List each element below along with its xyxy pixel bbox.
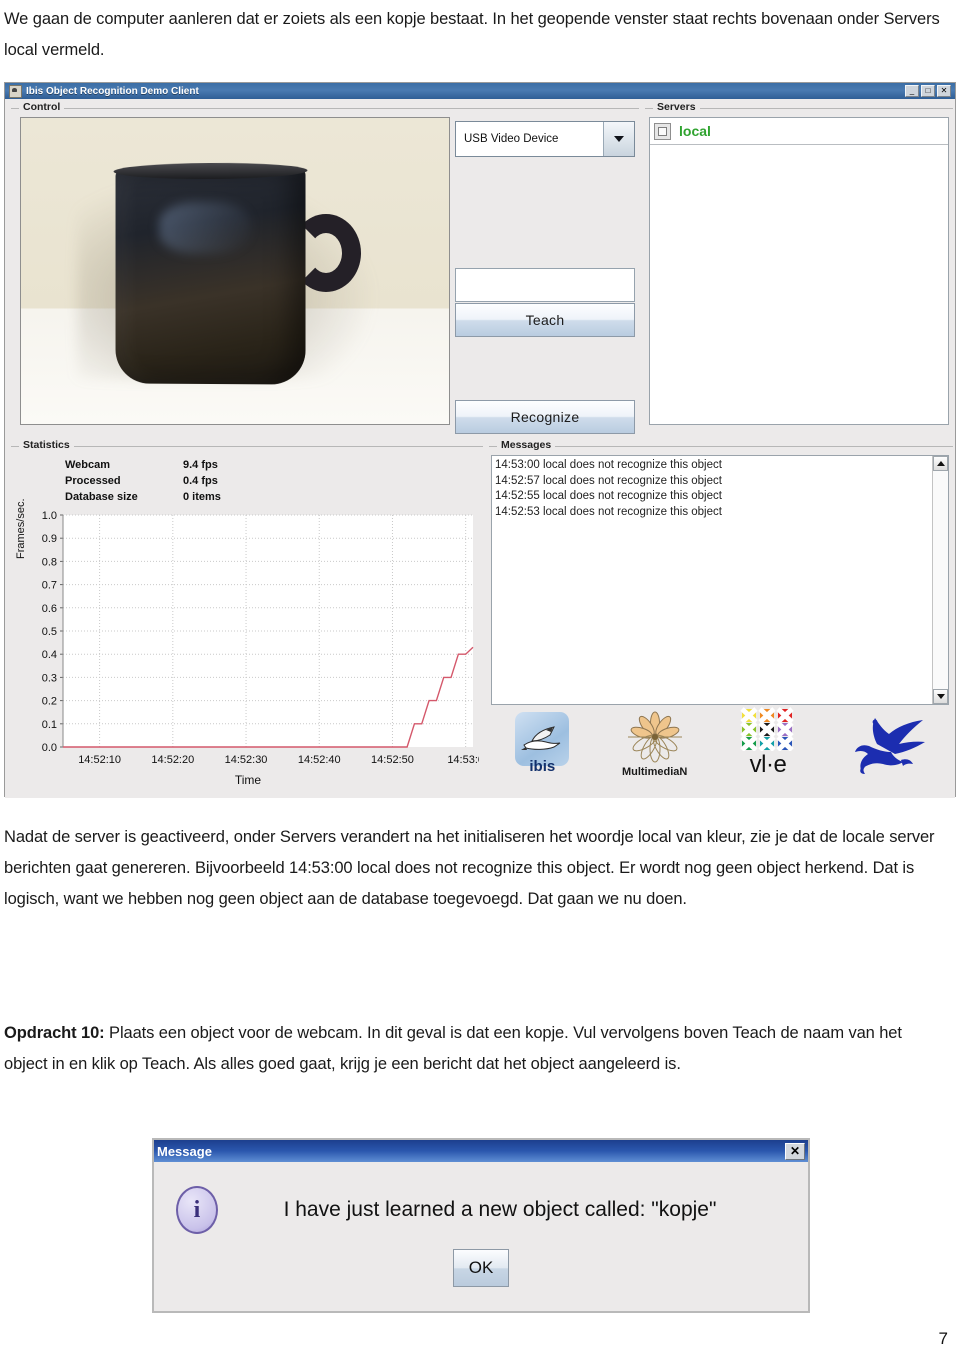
griffin-logo xyxy=(849,710,927,776)
dialog-title: Message xyxy=(157,1143,212,1159)
chart-canvas: 1.0 0.9 0.8 0.7 0.6 0.5 0.4 0.3 0.2 0.1 0.0 14:52:1… xyxy=(42,510,479,766)
color-grid-icon xyxy=(740,707,794,751)
server-name: local xyxy=(679,123,711,139)
messages-scrollbar[interactable] xyxy=(932,456,948,704)
dialog-body: i I have just learned a new object calle… xyxy=(154,1162,808,1313)
task-label: Opdracht 10: xyxy=(4,1024,105,1042)
list-item: 14:53:00 local does not recognize this o… xyxy=(495,459,722,471)
close-icon[interactable]: ✕ xyxy=(785,1142,805,1160)
messages-group-label: Messages xyxy=(497,439,556,451)
list-item: 14:52:53 local does not recognize this o… xyxy=(495,505,722,518)
svg-text:0.4: 0.4 xyxy=(42,649,57,661)
logo-strip: ibis MultimediaN vl·e xyxy=(489,697,953,789)
vle-logo: vl·e xyxy=(740,707,796,779)
video-device-select[interactable]: USB Video Device xyxy=(455,121,635,157)
info-icon: i xyxy=(176,1186,218,1234)
svg-text:0.0: 0.0 xyxy=(42,742,57,754)
control-group: Control USB Video Device Teach Recognize xyxy=(11,101,639,434)
list-item: 14:52:57 local does not recognize this o… xyxy=(495,474,722,487)
stat-value: 0 items xyxy=(183,491,221,503)
flower-icon xyxy=(627,711,682,762)
group-border xyxy=(489,446,953,447)
svg-text:0.2: 0.2 xyxy=(42,696,57,708)
vle-logo-caption: vl·e xyxy=(749,751,787,778)
maximize-button-icon[interactable]: □ xyxy=(921,85,935,97)
bird-icon xyxy=(521,725,561,750)
svg-text:14:53:0: 14:53:0 xyxy=(447,754,479,766)
dialog-titlebar: Message ✕ xyxy=(154,1140,808,1162)
svg-text:0.1: 0.1 xyxy=(42,719,57,731)
servers-list[interactable]: local xyxy=(649,117,949,425)
stat-key: Webcam xyxy=(65,459,111,471)
intro-paragraph: We gaan de computer aanleren dat er zoie… xyxy=(4,10,940,59)
svg-text:14:52:30: 14:52:30 xyxy=(225,754,268,766)
servers-group: Servers local xyxy=(645,101,953,431)
svg-text:0.8: 0.8 xyxy=(42,556,57,568)
svg-text:0.5: 0.5 xyxy=(42,626,57,638)
table-row: Processed 0.4 fps xyxy=(65,473,293,489)
teach-name-field[interactable] xyxy=(456,269,634,301)
messages-list[interactable]: 14:53:00 local does not recognize this o… xyxy=(492,456,932,704)
list-item: 14:52:55 local does not recognize this o… xyxy=(495,490,722,502)
video-device-value: USB Video Device xyxy=(464,133,559,145)
table-row: Webcam 9.4 fps xyxy=(65,457,293,473)
messages-box: 14:53:00 local does not recognize this o… xyxy=(491,455,949,705)
list-item[interactable]: local xyxy=(650,118,948,145)
statistics-group: Statistics Webcam 9.4 fps Processed 0.4 … xyxy=(11,439,483,794)
app-titlebar: Ibis Object Recognition Demo Client _ □ … xyxy=(5,83,955,99)
middle-paragraph: Nadat de server is geactiveerd, onder Se… xyxy=(4,828,935,908)
ibis-logo-caption: ibis xyxy=(529,757,556,775)
stat-key: Database size xyxy=(65,491,138,503)
group-border xyxy=(11,446,483,447)
teach-name-input[interactable] xyxy=(455,268,635,302)
mug-body xyxy=(115,167,306,385)
app-icon xyxy=(9,84,22,98)
ibis-logo: ibis xyxy=(515,711,570,775)
svg-text:14:52:10: 14:52:10 xyxy=(78,754,121,766)
stat-key: Processed xyxy=(65,475,121,487)
servers-group-label: Servers xyxy=(653,101,700,113)
ok-button[interactable]: OK xyxy=(453,1249,509,1287)
svg-text:0.7: 0.7 xyxy=(42,580,57,592)
message-dialog-screenshot: Message ✕ i I have just learned a new ob… xyxy=(152,1138,810,1313)
recognize-button[interactable]: Recognize xyxy=(455,400,635,434)
statistics-table: Webcam 9.4 fps Processed 0.4 fps Databas… xyxy=(65,457,293,505)
scroll-up-arrow-icon[interactable] xyxy=(933,456,948,471)
table-row: Database size 0 items xyxy=(65,489,293,505)
stat-value: 9.4 fps xyxy=(183,459,218,471)
dialog-message: I have just learned a new object called:… xyxy=(283,1198,717,1221)
multimedian-logo-caption: MultimediaN xyxy=(621,765,688,778)
chevron-down-icon[interactable] xyxy=(603,122,634,156)
app-window-screenshot: Ibis Object Recognition Demo Client _ □ … xyxy=(4,82,956,798)
svg-text:0.6: 0.6 xyxy=(42,603,57,615)
control-group-label: Control xyxy=(19,101,65,113)
window-buttons: _ □ ✕ xyxy=(905,85,953,97)
webcam-preview xyxy=(20,117,450,425)
fps-chart: Frames/sec. Time 1.0 0.9 0.8 0.7 0.6 0.5 0.4 0.… xyxy=(15,498,479,787)
griffin-icon xyxy=(854,718,925,774)
svg-text:14:52:20: 14:52:20 xyxy=(151,754,194,766)
task-text: Plaats een object voor de webcam. In dit… xyxy=(4,1024,902,1073)
svg-text:14:52:50: 14:52:50 xyxy=(371,754,414,766)
svg-text:0.3: 0.3 xyxy=(42,672,57,684)
svg-text:14:52:40: 14:52:40 xyxy=(298,754,341,766)
multimedian-logo: MultimediaN xyxy=(622,709,687,778)
scrollbar-track[interactable] xyxy=(933,471,948,689)
server-checkbox[interactable] xyxy=(654,122,671,140)
teach-button[interactable]: Teach xyxy=(455,303,635,337)
page-number: 7 xyxy=(938,1329,948,1348)
minimize-button-icon[interactable]: _ xyxy=(905,85,919,97)
app-title: Ibis Object Recognition Demo Client xyxy=(26,85,199,97)
control-column: USB Video Device Teach Recognize xyxy=(455,117,635,434)
task-paragraph: Opdracht 10: Plaats een object voor de w… xyxy=(4,1018,948,1080)
svg-text:1.0: 1.0 xyxy=(42,510,57,522)
close-button-icon[interactable]: ✕ xyxy=(937,85,951,97)
stat-value: 0.4 fps xyxy=(183,475,218,487)
group-border xyxy=(11,108,639,109)
app-body: Control USB Video Device Teach Recognize xyxy=(5,99,955,798)
statistics-group-label: Statistics xyxy=(19,439,74,451)
svg-text:0.9: 0.9 xyxy=(42,533,57,545)
dialog-content-row: i I have just learned a new object calle… xyxy=(154,1162,808,1234)
